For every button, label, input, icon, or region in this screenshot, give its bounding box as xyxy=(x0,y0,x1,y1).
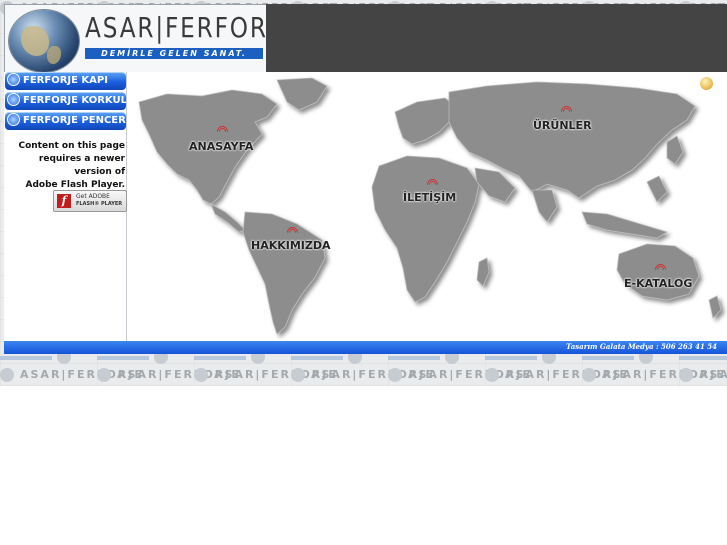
logo-slogan: DEMİRLE GELEN SANAT. xyxy=(85,48,263,59)
footer-bar: Tasarım Galata Medya : 506 263 41 54 xyxy=(4,341,727,354)
logo-text: ASAR|FERFORJE xyxy=(85,11,293,44)
map-link-urunler[interactable]: ÜRÜNLER xyxy=(533,119,592,132)
signal-icon xyxy=(424,176,441,193)
globe-icon xyxy=(7,92,20,106)
header-banner xyxy=(266,4,727,72)
nav-item-label: FERFORJE KAPI xyxy=(23,75,108,86)
globe-icon xyxy=(7,112,20,126)
signal-icon xyxy=(214,123,231,140)
nav-item-ferforje-korkuluk[interactable]: FERFORJE KORKULUK xyxy=(5,92,126,110)
sidebar: FERFORJE KAPI FERFORJE KORKULUK FERFORJE… xyxy=(4,72,128,341)
footer-credit[interactable]: Tasarım Galata Medya : 506 263 41 54 xyxy=(566,342,717,351)
nav-item-label: FERFORJE KORKULUK xyxy=(23,95,126,106)
map-link-e-katalog[interactable]: E-KATALOG xyxy=(624,277,692,290)
map-link-iletisim[interactable]: İLETİŞİM xyxy=(403,191,456,204)
watermark-row: ASAR|FERFORJEASAR|FERFORJEASAR|FERFORJEA… xyxy=(0,368,727,382)
world-map-navigation: ANASAYFA ÜRÜNLER İLETİŞİM HAKKIMIZDA E-K… xyxy=(127,72,727,341)
map-link-anasayfa[interactable]: ANASAYFA xyxy=(189,140,253,153)
flash-required-message: Content on this page requires a newer ve… xyxy=(18,141,125,190)
signal-icon xyxy=(558,103,575,120)
signal-icon xyxy=(284,224,301,241)
get-flash-player-button[interactable]: f Get ADOBE FLASH® PLAYER xyxy=(53,190,127,212)
nav-item-ferforje-kapi[interactable]: FERFORJE KAPI xyxy=(5,72,126,90)
world-map-image xyxy=(138,77,722,335)
globe-icon xyxy=(7,72,20,86)
site-header-logo[interactable]: ASAR|FERFORJE DEMİRLE GELEN SANAT. xyxy=(4,4,293,74)
globe-logo-icon xyxy=(9,10,79,72)
signal-icon xyxy=(652,261,669,278)
sound-toggle-icon[interactable] xyxy=(700,77,713,90)
nav-item-label: FERFORJE PENCERE xyxy=(23,115,126,126)
nav-item-ferforje-pencere[interactable]: FERFORJE PENCERE xyxy=(5,112,126,130)
flash-logo-icon: f xyxy=(57,194,71,208)
map-link-hakkimizda[interactable]: HAKKIMIZDA xyxy=(251,239,331,252)
